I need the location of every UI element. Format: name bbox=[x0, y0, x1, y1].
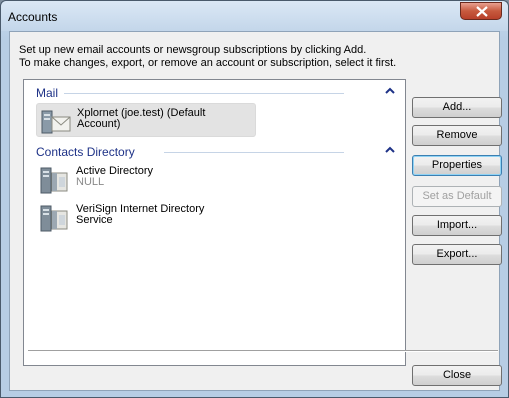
list-item-xplornet[interactable]: Xplornet (joe.test) (Default Account) bbox=[36, 103, 256, 137]
group-label-contacts: Contacts Directory bbox=[36, 145, 139, 159]
item-subtitle: Service bbox=[76, 214, 113, 226]
item-subtitle: NULL bbox=[76, 176, 105, 188]
group-header-contacts[interactable]: Contacts Directory bbox=[24, 143, 405, 161]
close-icon bbox=[476, 6, 488, 17]
properties-button[interactable]: Properties bbox=[412, 155, 502, 176]
window-title: Accounts bbox=[8, 10, 58, 24]
intro-text: Set up new email accounts or newsgroup s… bbox=[19, 44, 396, 70]
item-text: Active Directory NULL bbox=[76, 166, 246, 188]
list-item-active-directory[interactable]: Active Directory NULL bbox=[36, 162, 256, 196]
import-button[interactable]: Import... bbox=[412, 215, 502, 236]
accounts-list[interactable]: Mail Xplornet (joe.test) (Default Accoun… bbox=[23, 79, 406, 366]
directory-service-icon bbox=[40, 167, 68, 194]
item-text: Xplornet (joe.test) (Default Account) bbox=[77, 108, 247, 130]
remove-button[interactable]: Remove bbox=[412, 125, 502, 146]
export-button[interactable]: Export... bbox=[412, 244, 502, 265]
mail-account-icon bbox=[41, 110, 71, 134]
close-button[interactable]: Close bbox=[412, 365, 502, 386]
footer-divider bbox=[28, 350, 498, 352]
intro-line-2: To make changes, export, or remove an ac… bbox=[19, 57, 397, 69]
item-subtitle: Account) bbox=[77, 118, 121, 130]
window-close-button[interactable] bbox=[460, 2, 502, 20]
list-item-verisign[interactable]: VeriSign Internet Directory Service bbox=[36, 200, 256, 234]
title-bar[interactable]: Accounts bbox=[1, 1, 508, 31]
group-divider bbox=[64, 93, 344, 94]
set-as-default-button[interactable]: Set as Default bbox=[412, 186, 502, 207]
group-label-mail: Mail bbox=[36, 86, 63, 100]
collapse-chevron-icon[interactable] bbox=[385, 87, 395, 95]
group-header-mail[interactable]: Mail bbox=[24, 84, 405, 102]
intro-line-1: Set up new email accounts or newsgroup s… bbox=[19, 44, 367, 56]
dialog-body: Set up new email accounts or newsgroup s… bbox=[9, 31, 502, 391]
item-text: VeriSign Internet Directory Service bbox=[76, 204, 246, 226]
directory-service-icon bbox=[40, 205, 68, 232]
group-divider bbox=[164, 152, 344, 153]
add-button[interactable]: Add... bbox=[412, 97, 502, 118]
accounts-dialog: Accounts Set up new email accounts or ne… bbox=[0, 0, 509, 398]
collapse-chevron-icon[interactable] bbox=[385, 146, 395, 154]
